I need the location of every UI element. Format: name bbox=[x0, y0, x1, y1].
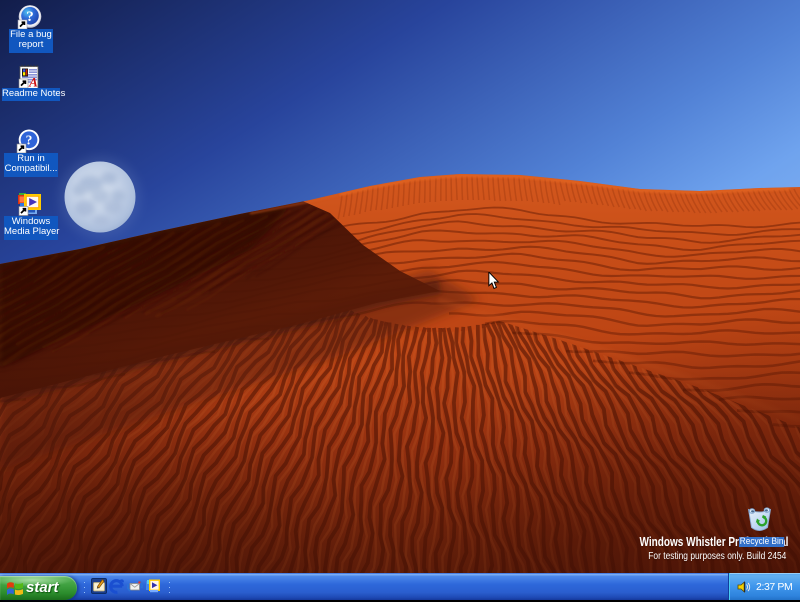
svg-text:?: ? bbox=[26, 9, 34, 25]
svg-text:?: ? bbox=[26, 132, 33, 147]
